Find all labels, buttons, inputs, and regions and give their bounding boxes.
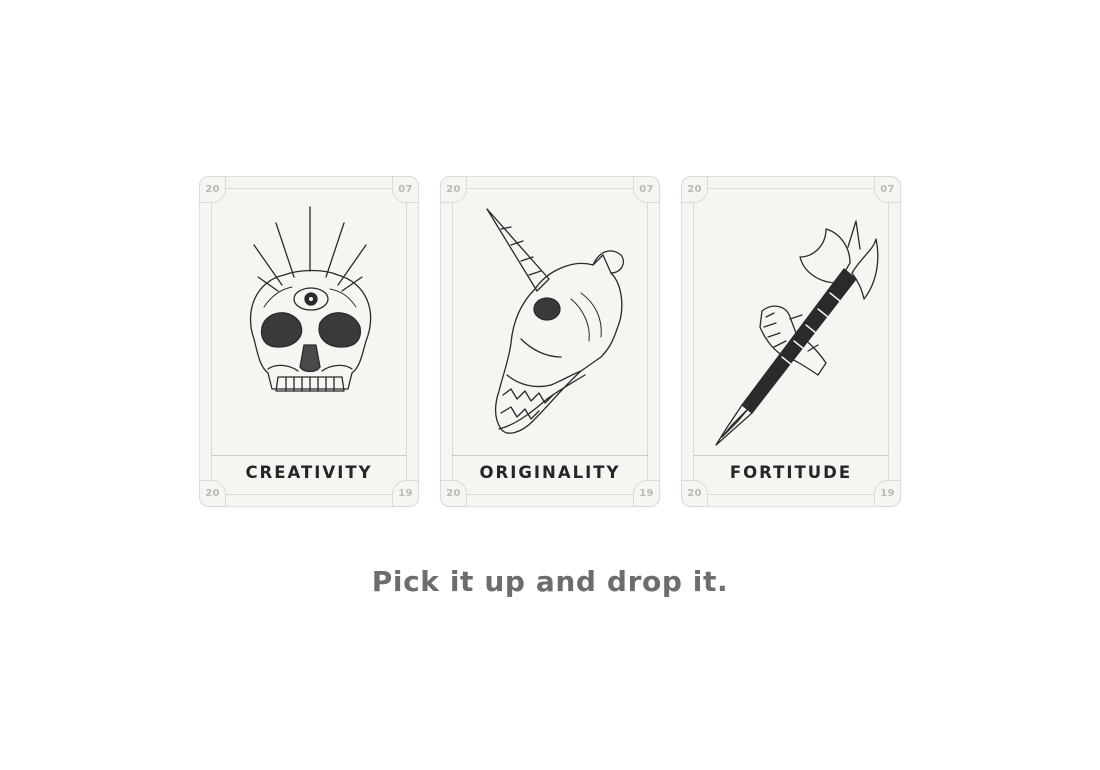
corner-bottom-right: 19 [874,480,901,507]
skeleton-hand-axe-icon [715,220,879,446]
card-title: CREATIVITY [245,463,373,482]
card-fortitude[interactable]: 20 07 20 19 FORTITUDE [681,176,901,507]
card-originality[interactable]: 20 07 20 19 ORIGINALITY [440,176,660,507]
corner-bottom-right: 19 [392,480,419,507]
unicorn-skull-icon [486,208,625,434]
corner-bottom-left: 20 [199,480,226,507]
card-deck: 20 07 20 19 CREATIVITY 20 07 20 19 ORIGI… [199,176,902,507]
corner-bottom-left: 20 [440,480,467,507]
card-title: FORTITUDE [729,463,853,482]
corner-bottom-right: 19 [633,480,660,507]
card-divider [211,455,407,456]
instruction-caption: Pick it up and drop it. [371,565,729,598]
card-divider [693,455,889,456]
card-creativity[interactable]: 20 07 20 19 CREATIVITY [199,176,419,507]
card-title: ORIGINALITY [479,463,621,482]
card-divider [452,455,648,456]
third-eye-skull-icon [249,206,372,392]
corner-bottom-left: 20 [681,480,708,507]
